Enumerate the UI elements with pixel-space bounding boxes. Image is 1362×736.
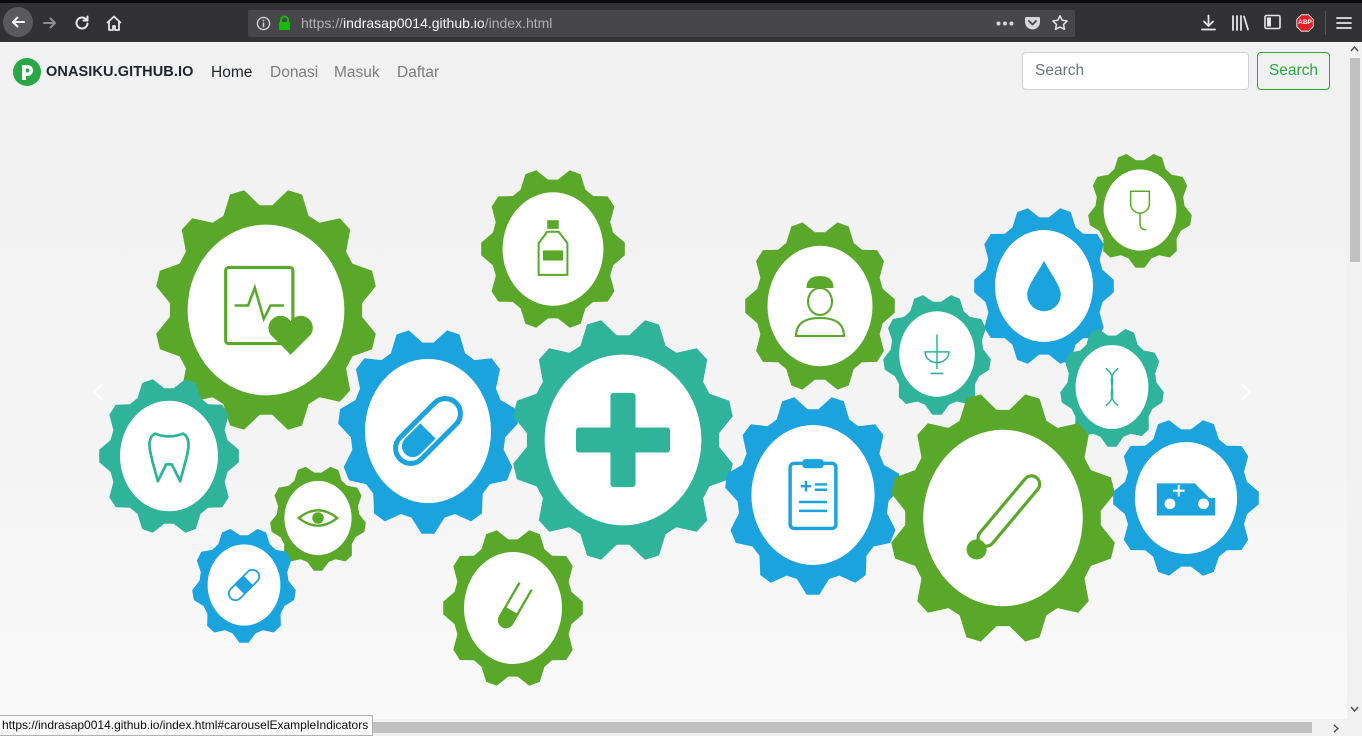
gear-iv-drip: [1088, 154, 1192, 268]
carousel-next-button[interactable]: [1231, 372, 1261, 412]
web-page: ONASIKU.GITHUB.IO Home Donasi Masuk Daft…: [0, 42, 1347, 719]
gear-pill: [338, 330, 518, 534]
gear-bandage: [192, 529, 296, 643]
lock-icon[interactable]: [278, 15, 291, 31]
gear-thermometer: [891, 394, 1115, 642]
status-url-tooltip: https://indrasap0014.github.io/index.htm…: [0, 715, 374, 736]
gear-test-tube: [443, 530, 583, 686]
scroll-right-icon[interactable]: [1333, 724, 1340, 733]
back-button[interactable]: [3, 7, 33, 37]
vertical-scroll-thumb[interactable]: [1350, 58, 1360, 262]
brand-text: ONASIKU.GITHUB.IO: [46, 64, 194, 80]
menu-icon[interactable]: [1336, 16, 1352, 30]
brand[interactable]: ONASIKU.GITHUB.IO: [12, 57, 194, 87]
carousel-prev-button[interactable]: [83, 372, 113, 412]
gear-nurse: [745, 222, 895, 390]
scroll-up-icon[interactable]: [1350, 45, 1359, 52]
gear-tooth: [99, 379, 239, 533]
gear-medical-cross: [513, 320, 733, 560]
carousel-image: [99, 154, 1259, 686]
chevron-right-icon: [1240, 382, 1253, 402]
sidebar-icon[interactable]: [1264, 14, 1281, 30]
url-host: indrasap0014.github.io: [343, 15, 485, 31]
url-path: /index.html: [484, 15, 553, 31]
forward-icon: [43, 17, 56, 29]
library-icon[interactable]: [1231, 14, 1250, 31]
toolbar-divider: [1325, 11, 1326, 35]
gear-ambulance: [1113, 420, 1259, 576]
url-scheme: https://: [301, 15, 344, 31]
brand-logo-icon: [13, 58, 41, 86]
nav-link-masuk[interactable]: Masuk: [334, 64, 380, 82]
gear-medicine-bottle: [481, 170, 625, 328]
search-input[interactable]: [1022, 52, 1249, 90]
gear-clipboard: [725, 397, 901, 595]
navbar: ONASIKU.GITHUB.IO Home Donasi Masuk Daft…: [0, 42, 1347, 102]
nav-link-daftar[interactable]: Daftar: [397, 64, 439, 82]
home-icon: [106, 15, 122, 31]
download-icon[interactable]: [1200, 14, 1217, 31]
more-icon[interactable]: [996, 21, 1014, 26]
browser-toolbar: https://indrasap0014.github.io/index.htm…: [0, 3, 1362, 42]
bookmark-star-icon[interactable]: [1051, 14, 1069, 32]
reload-button[interactable]: [68, 9, 96, 37]
nav-link-home[interactable]: Home: [211, 64, 252, 82]
nav-link-donasi[interactable]: Donasi: [270, 64, 318, 82]
browser-window: https://indrasap0014.github.io/index.htm…: [0, 0, 1362, 736]
adblock-button[interactable]: ABP: [1296, 14, 1314, 32]
adblock-label: ABP: [1298, 19, 1312, 26]
pocket-icon[interactable]: [1024, 15, 1041, 31]
url-text[interactable]: https://indrasap0014.github.io/index.htm…: [301, 15, 552, 31]
search-button[interactable]: Search: [1257, 52, 1330, 90]
vertical-scrollbar[interactable]: [1347, 42, 1362, 719]
url-bar[interactable]: https://indrasap0014.github.io/index.htm…: [248, 10, 1075, 37]
scroll-down-icon[interactable]: [1350, 706, 1359, 713]
info-icon[interactable]: [256, 16, 271, 31]
back-icon: [12, 16, 25, 28]
home-button[interactable]: [100, 9, 128, 37]
chevron-left-icon: [91, 382, 104, 402]
forward-button[interactable]: [36, 9, 64, 37]
reload-icon: [75, 15, 89, 30]
